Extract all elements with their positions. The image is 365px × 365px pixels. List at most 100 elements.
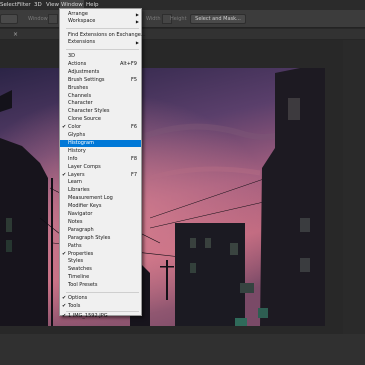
menu-item-label: Paths — [68, 242, 82, 249]
select-and-mask-button[interactable]: Select and Mask... — [190, 14, 246, 24]
menu-item-workspace[interactable]: Workspace ▶ — [60, 18, 141, 25]
menu-3d[interactable]: 3D — [34, 0, 42, 10]
menu-item-info[interactable]: Info F8 — [60, 156, 141, 163]
menu-item-find-extensions[interactable]: Find Extensions on Exchange... — [60, 32, 146, 39]
menu-item-actions[interactable]: Actions Alt+F9 — [60, 61, 141, 68]
checkmark-icon: ✔ — [62, 124, 67, 131]
menu-separator — [66, 292, 139, 293]
menu-item-label: Character Styles — [68, 108, 110, 115]
menu-item-glyphs[interactable]: Glyphs — [60, 132, 141, 139]
submenu-arrow-icon: ▶ — [135, 12, 139, 17]
checkmark-icon: ✔ — [62, 250, 67, 257]
status-area — [0, 334, 365, 365]
menu-item-paragraph[interactable]: Paragraph — [60, 227, 141, 234]
menu-item-modifier-keys[interactable]: Modifier Keys — [60, 203, 141, 210]
menu-item-shortcut: F5 — [130, 76, 137, 83]
menu-item-color[interactable]: ✔ Color F6 — [60, 124, 141, 131]
menu-item-label: Styles — [68, 258, 84, 265]
menu-item-extensions[interactable]: Extensions ▶ — [60, 39, 141, 46]
checkmark-icon: ✔ — [62, 313, 67, 319]
menu-filter[interactable]: Filter — [17, 0, 31, 10]
menu-item-label: Adjustments — [68, 68, 100, 75]
menu-item-navigator[interactable]: Navigator — [60, 211, 141, 218]
menu-item-label: Info — [68, 155, 78, 162]
menu-item-paragraph-styles[interactable]: Paragraph Styles — [60, 235, 141, 242]
menu-item-label: Layers — [68, 171, 85, 178]
window-menu-dropdown: Arrange ▶ Workspace ▶ Find Extensions on… — [59, 8, 146, 319]
submenu-arrow-icon: ▶ — [135, 19, 139, 24]
menu-item-label: Timeline — [68, 274, 90, 281]
menu-item-paths[interactable]: Paths — [60, 243, 141, 250]
menu-item-shortcut: F6 — [130, 124, 137, 131]
menu-item-styles[interactable]: Styles — [60, 258, 141, 265]
menu-item-timeline[interactable]: Timeline — [60, 274, 141, 281]
menu-item-notes[interactable]: Notes — [60, 219, 141, 226]
menu-item-brushes[interactable]: Brushes — [60, 85, 141, 92]
menu-item-brush-settings[interactable]: Brush Settings F5 — [60, 77, 141, 84]
menu-item-label: Glyphs — [68, 132, 86, 138]
menu-select[interactable]: Select — [0, 0, 17, 10]
dusk-photo — [0, 68, 325, 326]
checkmark-icon: ✔ — [62, 302, 67, 309]
menu-item-label: Options — [68, 295, 88, 301]
menu-item-label: Brush Settings — [68, 76, 105, 83]
menu-bar: Select Filter 3D View Window Help — [0, 0, 365, 10]
menu-item-label: Modifier Keys — [68, 203, 102, 210]
menu-item-layers[interactable]: ✔ Layers F7 — [60, 172, 141, 179]
menu-item-3d[interactable]: 3D — [60, 53, 141, 60]
menu-item-label: Color — [68, 124, 82, 131]
menu-item-label: Notes — [68, 218, 83, 225]
menu-item-libraries[interactable]: Libraries — [60, 187, 141, 194]
menu-item-character[interactable]: Character — [60, 100, 141, 107]
menu-item-clone-source[interactable]: Clone Source — [60, 116, 141, 123]
menu-item-label: 1 IMG_1592.JPG — [68, 313, 108, 319]
menu-item-label: Actions — [68, 60, 87, 67]
menu-item-swatches[interactable]: Swatches — [60, 266, 141, 273]
menu-view[interactable]: View — [46, 0, 59, 10]
menu-item-label: Navigator — [68, 211, 93, 217]
menu-item-label: Histogram — [68, 139, 94, 146]
menu-item-learn[interactable]: Learn — [60, 179, 141, 186]
menu-item-tools[interactable]: ✔ Tools — [60, 303, 141, 310]
menu-item-arrange[interactable]: Arrange ▶ — [60, 11, 141, 18]
right-scroll-area[interactable] — [343, 40, 365, 334]
close-tab-icon[interactable]: × — [13, 29, 18, 40]
checkmark-icon: ✔ — [62, 295, 67, 301]
menu-item-histogram[interactable]: Histogram — [60, 139, 141, 147]
menu-item-label: Paragraph — [68, 226, 94, 233]
options-bar: Window Width Height Select and Mask... — [0, 10, 365, 28]
menu-item-label: 3D — [68, 53, 76, 59]
menu-item-label: Libraries — [68, 187, 90, 194]
menu-item-1-img-1592-jpg[interactable]: ✔ 1 IMG_1592.JPG — [60, 313, 141, 320]
menu-item-label: Clone Source — [68, 116, 101, 123]
document-tab-bar: × — [0, 29, 365, 40]
menu-item-label: Paragraph Styles — [68, 234, 111, 241]
menu-item-label: Learn — [68, 179, 82, 186]
menu-item-measurement-log[interactable]: Measurement Log — [60, 195, 141, 202]
menu-item-options[interactable]: ✔ Options — [60, 295, 141, 302]
menu-item-history[interactable]: History — [60, 148, 141, 155]
menu-item-character-styles[interactable]: Character Styles — [60, 108, 141, 115]
menu-item-adjustments[interactable]: Adjustments — [60, 69, 141, 76]
document-image[interactable] — [0, 68, 325, 326]
menu-item-layer-comps[interactable]: Layer Comps — [60, 164, 141, 171]
options-button[interactable] — [0, 14, 18, 24]
menu-item-shortcut: F7 — [130, 171, 137, 178]
checkmark-icon: ✔ — [62, 171, 67, 178]
option-field-window[interactable] — [48, 14, 58, 24]
menu-item-label: Swatches — [68, 266, 92, 273]
menu-item-label: Tools — [68, 302, 81, 309]
menu-separator — [66, 49, 139, 50]
menu-item-label: Character — [68, 100, 93, 107]
menu-item-label: Properties — [68, 250, 94, 257]
menu-item-properties[interactable]: ✔ Properties — [60, 251, 141, 258]
submenu-arrow-icon: ▶ — [135, 40, 139, 45]
menu-item-shortcut: F8 — [130, 155, 137, 162]
menu-item-channels[interactable]: Channels — [60, 93, 141, 100]
menu-item-label: Brushes — [68, 84, 89, 91]
menu-item-tool-presets[interactable]: Tool Presets — [60, 282, 141, 289]
menu-item-label: Layer Comps — [68, 163, 101, 170]
option-label-height: Height — [170, 16, 187, 22]
option-label-width: Width — [146, 16, 161, 22]
menu-item-label: Tool Presets — [68, 282, 98, 289]
